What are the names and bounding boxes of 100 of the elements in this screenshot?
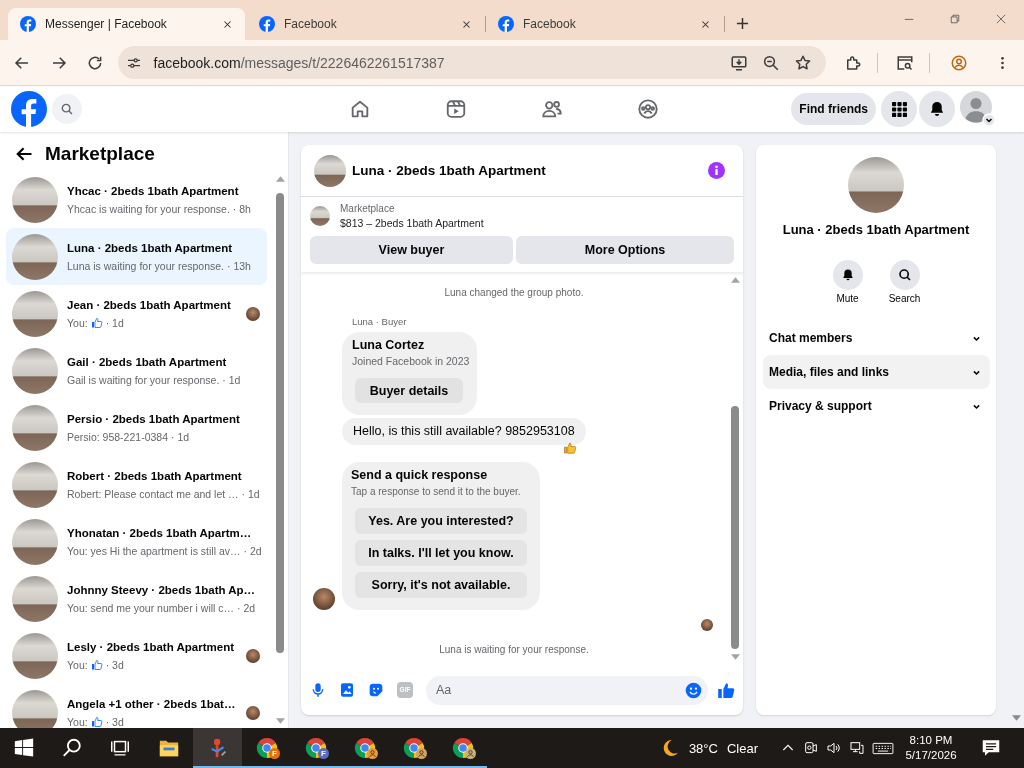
message-time: · 2d [237,601,256,615]
quick-reply-button[interactable]: Sorry, it's not available. [355,572,527,598]
url-text[interactable]: facebook.com/messages/t/2226462261517387 [153,54,445,71]
conversation-name: Luna · 2beds 1bath Apartment [782,222,970,238]
tab-search-icon[interactable] [895,53,914,72]
sender-label: Luna · Buyer [352,316,407,328]
clock-date[interactable]: 5/17/2026 [905,749,957,762]
listing-photo [12,518,58,565]
conversation-item[interactable]: Yhonatan · 2beds 1bath Apartm… You: yes Hi the apartment is still av… · 2d [6,513,267,570]
message-input[interactable]: Aa [426,675,708,705]
conversation-item[interactable]: Persio · 2beds 1bath Apartment Persio: 958-221-0384 · 1d [6,399,267,456]
address-bar[interactable]: facebook.com/messages/t/2226462261517387 [117,46,826,79]
profile-icon[interactable] [949,53,968,72]
quick-reply-button[interactable]: In talks. I'll let you know. [355,540,527,566]
browser-tab[interactable]: Facebook [247,8,484,40]
close-icon[interactable] [701,19,710,29]
thumbs-up-icon [90,716,103,728]
message-preview: You: yes Hi the apartment is still av… [67,544,241,558]
restore-icon[interactable] [950,14,960,24]
weather-condition[interactable]: Clear [726,740,758,756]
conversation-item[interactable]: Robert · 2beds 1bath Apartment Robert: Please contact me and let … · 1d [6,456,267,513]
conversation-item[interactable]: Lesly · 2beds 1bath Apartment You: · 3d [6,627,267,684]
section-toggle[interactable]: Privacy & support [763,389,990,423]
search-icon [897,268,912,282]
facebook-favicon-icon [259,16,275,32]
scroll-down-arrow-icon[interactable] [1011,715,1021,721]
facebook-favicon-icon [20,16,36,32]
clock-time[interactable]: 8:10 PM [909,734,953,747]
browser-tab[interactable]: Messenger | Facebook [8,8,245,40]
section-label: Privacy & support [769,399,872,413]
conversation-item[interactable]: Yhcac · 2beds 1bath Apartment Yhcac is waiting for your response. · 8h [6,171,267,228]
scrollbar-thumb[interactable] [731,406,739,649]
camera-icon[interactable] [802,740,819,756]
install-app-icon[interactable] [729,53,748,72]
section-label: Chat members [769,331,853,345]
network-icon[interactable] [848,740,865,756]
emoji-icon[interactable] [685,681,702,699]
system-message: Luna is waiting for your response. [439,644,589,656]
taskbar-button[interactable]: F [291,728,340,768]
thumbs-up-icon[interactable] [717,680,736,700]
close-icon[interactable] [996,14,1006,24]
conversation-title: Jean · 2beds 1bath Apartment [67,297,232,312]
search-button[interactable] [889,260,920,290]
zoom-out-icon[interactable] [761,53,780,72]
notifications-button[interactable] [919,91,955,127]
buyer-details-button[interactable]: Buyer details [355,378,463,403]
plus-icon[interactable] [736,17,749,30]
groups-icon[interactable] [637,98,659,120]
message-preview: You: [67,316,88,330]
message-time: · 13h [227,259,251,273]
keyboard-icon[interactable] [872,740,894,756]
message-preview: Persio: 958-221-0384 [67,430,168,444]
star-icon[interactable] [793,53,812,72]
listing-photo [848,157,904,213]
search-icon[interactable] [61,737,83,759]
close-icon[interactable] [223,19,232,29]
speaker-icon[interactable] [825,740,842,756]
message-time: · 3d [105,715,124,728]
conversation-item[interactable]: Gail · 2beds 1bath Apartment Gail is waiting for your response. · 1d [6,342,267,399]
message-preview: Gail is waiting for your response. [67,373,220,387]
image-icon[interactable] [339,682,355,698]
friends-icon[interactable] [541,98,563,120]
browser-tab[interactable]: Facebook [486,8,723,40]
section-toggle[interactable]: Chat members [763,321,990,355]
sticker-icon[interactable] [368,682,384,698]
scrollbar-thumb[interactable] [276,193,284,653]
close-icon[interactable] [462,19,471,29]
menu-button[interactable] [881,91,917,127]
listing-photo [12,575,58,622]
conversation-title: Persio · 2beds 1bath Apartment [67,411,241,426]
mute-button[interactable] [832,260,863,290]
video-icon[interactable] [445,98,467,120]
chat-title: Luna · 2beds 1bath Apartment [352,163,547,178]
section-toggle[interactable]: Media, files and links [763,355,990,389]
windows-start-icon[interactable] [13,737,35,759]
find-friends-button[interactable]: Find friends [791,93,876,125]
bell-icon [840,268,855,282]
conversation-item[interactable]: Luna · 2beds 1bath Apartment Luna is waiting for your response. · 13h [6,228,267,285]
profile-avatar-icon[interactable] [960,91,996,127]
taskbar-button[interactable] [193,728,242,768]
message-time: · 2d [243,544,262,558]
conversation-item[interactable]: Johnny Steevy · 2beds 1bath Ap… You: send me your number i will c… · 2d [6,570,267,627]
weather-temperature[interactable]: 38°C [688,740,718,756]
conversation-title: Yhcac · 2beds 1bath Apartment [67,183,240,198]
microphone-icon[interactable] [310,682,326,698]
home-icon[interactable] [349,98,371,120]
conversation-title: Lesly · 2beds 1bath Apartment [67,639,235,654]
action-button[interactable]: View buyer [310,236,513,264]
conversation-item[interactable]: Jean · 2beds 1bath Apartment You: · 1d [6,285,267,342]
thumbs-up-reaction-icon[interactable] [562,441,577,455]
info-icon[interactable] [708,162,725,179]
message-time: · 1d [241,487,260,501]
menu-dots-icon[interactable] [999,54,1005,71]
bell-icon [928,100,946,118]
grid-icon [891,101,907,117]
sidebar-title: Marketplace [45,142,155,165]
message-time: · 8h [232,202,251,216]
quick-reply-button[interactable]: Yes. Are you interested? [355,508,527,534]
facebook-logo-icon[interactable] [11,91,47,127]
action-button[interactable]: More Options [516,236,734,264]
